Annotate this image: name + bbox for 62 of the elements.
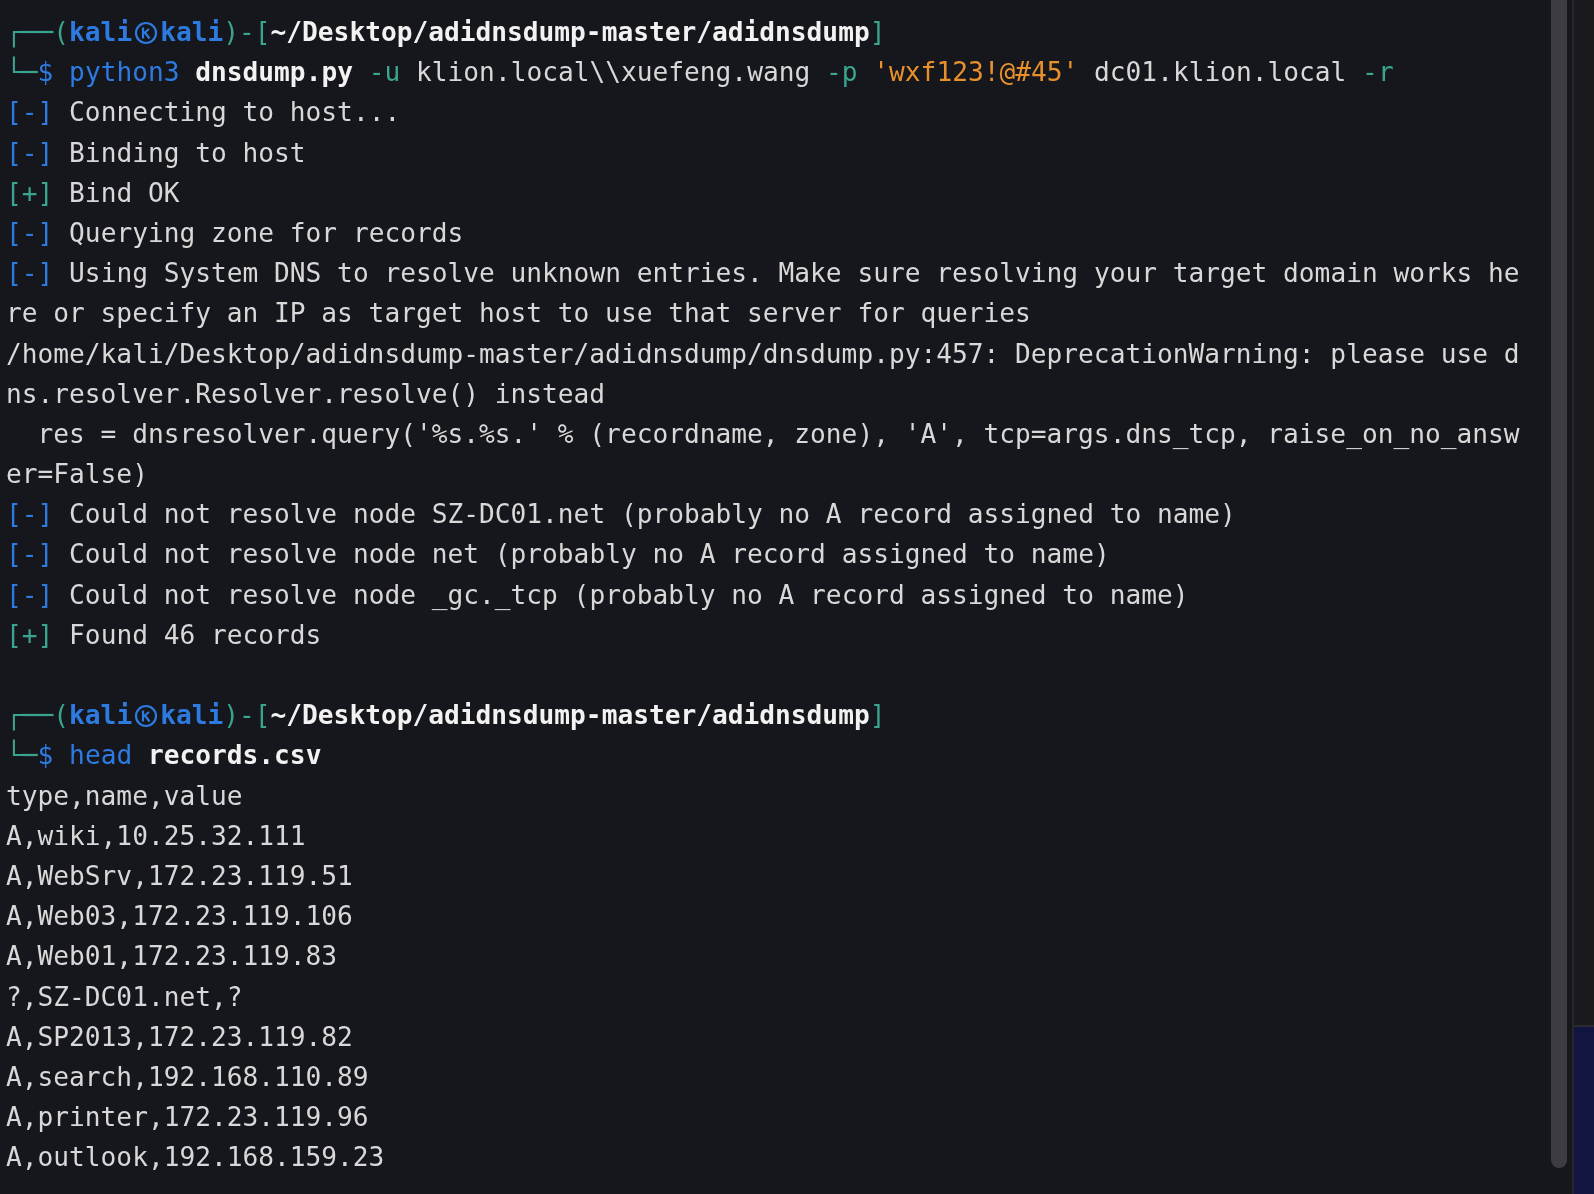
output-text: re or specify an IP as target host to use that server for queries <box>6 298 1031 329</box>
status-marker: [-] <box>6 97 54 128</box>
command-name: python3 <box>69 57 180 88</box>
prompt-frame: ] <box>869 17 886 47</box>
output-text: Could not resolve node _gc._tcp (probably no A record assigned to name) <box>69 579 1189 610</box>
output-text: A,WebSrv,172.23.119.51 <box>6 860 353 891</box>
status-marker: [-] <box>6 217 54 248</box>
output-text: A,SP2013,172.23.119.82 <box>6 1021 353 1052</box>
output-text: Connecting to host... <box>69 97 401 128</box>
output-text: A,outlook,192.168.159.23 <box>6 1142 385 1173</box>
status-marker: [-] <box>6 258 54 289</box>
prompt-frame: ┌──( <box>6 700 70 731</box>
status-marker: [-] <box>6 579 54 610</box>
prompt-user: kali <box>160 17 224 47</box>
output-text: Using System DNS to resolve unknown entries. Make sure resolving your target domain works he <box>69 258 1520 289</box>
output-text: ?,SZ-DC01.net,? <box>6 981 243 1012</box>
command-option: -p <box>826 57 858 88</box>
output-text: Bind OK <box>69 177 180 208</box>
status-marker: [-] <box>6 499 54 530</box>
command-string: 'wxf123!@#45' <box>873 57 1079 88</box>
prompt-frame: ┌──( <box>6 17 70 47</box>
prompt-symbol: $ <box>37 740 54 771</box>
prompt-frame: └─ <box>6 57 38 88</box>
prompt-user: kali <box>160 700 224 731</box>
prompt-frame: )-[ <box>223 17 271 47</box>
command-file: records.csv <box>147 740 322 771</box>
status-marker: [-] <box>6 137 54 168</box>
output-text: Could not resolve node net (probably no A record assigned to name) <box>69 539 1110 570</box>
output-text: A,Web03,172.23.119.106 <box>6 901 353 932</box>
command-file: dnsdump.py <box>195 57 353 88</box>
output-text: Querying zone for records <box>69 217 464 248</box>
prompt-path: ~/Desktop/adidnsdump-master/adidnsdump <box>270 17 870 47</box>
prompt-user: kali <box>69 700 133 731</box>
output-text: A,printer,172.23.119.96 <box>6 1102 369 1133</box>
output-text: A,search,192.168.110.89 <box>6 1061 369 1092</box>
circled-k-icon <box>134 704 159 729</box>
prompt-frame: └─ <box>6 740 38 771</box>
output-text: er=False) <box>6 459 148 490</box>
prompt-path: ~/Desktop/adidnsdump-master/adidnsdump <box>270 700 870 731</box>
output-text: A,Web01,172.23.119.83 <box>6 941 338 972</box>
output-text: res = dnsresolver.query('%s.%s.' % (recordname, zone), 'A', tcp=args.dns_tcp, raise_on_no_answ <box>36 418 1520 449</box>
output-text: Binding to host <box>69 137 306 168</box>
command-option: -r <box>1362 57 1394 88</box>
output-text: /home/kali/Desktop/adidnsdump-master/adidnsdump/dnsdump.py:457: DeprecationWarning: please use d <box>6 338 1520 369</box>
prompt-user: kali <box>69 17 133 47</box>
output-text: Could not resolve node SZ-DC01.net (probably no A record assigned to name) <box>69 499 1236 530</box>
prompt-symbol: $ <box>37 57 54 88</box>
output-text: A,wiki,10.25.32.111 <box>6 820 306 851</box>
scrollbar-thumb[interactable] <box>1551 0 1567 1168</box>
output-text: type,name,value <box>6 780 243 811</box>
command-argument: dc01.klion.local <box>1094 57 1347 88</box>
prompt-frame: )-[ <box>223 700 271 731</box>
command-option: -u <box>368 57 401 88</box>
command-name: head <box>69 740 133 771</box>
command-argument: klion.local\\xuefeng.wang <box>416 57 811 88</box>
status-marker: [+] <box>6 177 54 208</box>
output-text: ns.resolver.Resolver.resolve() instead <box>6 378 606 409</box>
prompt-frame: ] <box>869 700 886 731</box>
status-marker: [+] <box>6 619 54 650</box>
status-marker: [-] <box>6 539 54 570</box>
output-text: Found 46 records <box>69 619 322 650</box>
circled-k-icon <box>134 21 159 45</box>
